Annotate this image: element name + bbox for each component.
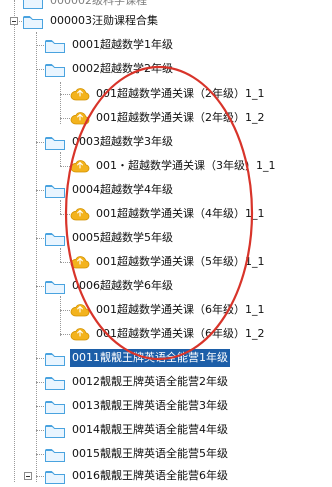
tree-line: [36, 430, 44, 431]
tree-item-folder[interactable]: 0006超越数学6年级: [44, 275, 175, 297]
cloud-icon: [70, 110, 90, 126]
tree-item-label: 001・超越数学通关课（3年级）1_1: [96, 159, 276, 172]
tree-item-label: 0015靓靓王牌英语全能营5年级: [72, 447, 228, 460]
folder-icon: [44, 422, 66, 439]
tree-line: [14, 0, 15, 482]
file-tree: 000002级科学课程 000003汪勋课程合集 0001超越数学1年级 000…: [0, 0, 332, 484]
tree-item-folder[interactable]: 0003超越数学3年级: [44, 131, 175, 153]
tree-item-label: 001超越数学通关课（5年级）1_1: [96, 255, 265, 268]
tree-item-label: 0014靓靓王牌英语全能营4年级: [72, 423, 228, 436]
tree-line: [60, 334, 70, 335]
cloud-icon: [70, 302, 90, 318]
tree-item-label: 001超越数学通关课（2年级）1_1: [96, 87, 265, 100]
tree-item-file[interactable]: 001超越数学通关课（2年级）1_1: [70, 83, 267, 105]
tree-line: [60, 152, 61, 166]
tree-line: [36, 406, 44, 407]
cloud-icon: [70, 326, 90, 342]
folder-icon: [22, 0, 44, 10]
tree-item-folder[interactable]: 0012靓靓王牌英语全能营2年级: [44, 371, 230, 393]
tree-item-folder[interactable]: 0005超越数学5年级: [44, 227, 175, 249]
tree-line: [60, 94, 70, 95]
expander-plus-icon[interactable]: [24, 472, 32, 480]
tree-line: [60, 296, 61, 336]
folder-icon: [44, 398, 66, 415]
tree-item-label: 0003超越数学3年级: [72, 135, 173, 148]
tree-item-root[interactable]: 000003汪勋课程合集: [22, 10, 160, 32]
tree-line: [60, 248, 61, 262]
tree-item-label: 001超越数学通关课（4年级）1_1: [96, 207, 265, 220]
folder-icon: [22, 13, 44, 30]
expander-minus-icon[interactable]: [10, 17, 18, 25]
tree-line: [60, 200, 61, 214]
folder-icon: [44, 446, 66, 463]
tree-item-label: 000002级科学课程: [50, 0, 147, 7]
tree-line: [60, 166, 70, 167]
tree-item-label: 0006超越数学6年级: [72, 279, 173, 292]
cloud-icon: [70, 86, 90, 102]
tree-line: [60, 214, 70, 215]
tree-line: [36, 238, 44, 239]
tree-item-label: 0002超越数学2年级: [72, 62, 173, 75]
tree-line: [60, 118, 70, 119]
folder-icon: [44, 374, 66, 391]
tree-line: [36, 454, 44, 455]
tree-item-label: 001超越数学通关课（6年级）1_2: [96, 327, 265, 340]
tree-item-label: 0011靓靓王牌英语全能营1年级: [70, 349, 230, 367]
tree-item-file[interactable]: 001超越数学通关课（6年级）1_1: [70, 299, 267, 321]
folder-icon: [44, 37, 66, 54]
tree-item-file[interactable]: 001超越数学通关课（4年级）1_1: [70, 203, 267, 225]
tree-item-label: 0004超越数学4年级: [72, 183, 173, 196]
tree-item-label: 0012靓靓王牌英语全能营2年级: [72, 375, 228, 388]
folder-icon: [44, 61, 66, 78]
tree-item-label: 000003汪勋课程合集: [50, 14, 158, 27]
folder-icon: [44, 230, 66, 247]
folder-icon: [44, 278, 66, 295]
folder-icon: [44, 134, 66, 151]
tree-line: [36, 190, 44, 191]
tree-item-folder[interactable]: 0014靓靓王牌英语全能营4年级: [44, 419, 230, 441]
tree-item-file[interactable]: 001超越数学通关课（2年级）1_2: [70, 107, 267, 129]
tree-item-folder[interactable]: 0001超越数学1年级: [44, 34, 175, 56]
tree-item-folder[interactable]: 0015靓靓王牌英语全能营5年级: [44, 443, 230, 465]
tree-item-folder[interactable]: 0013靓靓王牌英语全能营3年级: [44, 395, 230, 417]
tree-line: [36, 358, 44, 359]
tree-line: [36, 69, 44, 70]
tree-item-folder[interactable]: 0016靓靓王牌英语全能营6年级: [44, 465, 230, 487]
tree-item-folder[interactable]: 0004超越数学4年级: [44, 179, 175, 201]
folder-icon: [44, 350, 66, 367]
tree-item-label: 0013靓靓王牌英语全能营3年级: [72, 399, 228, 412]
tree-item-label: 001超越数学通关课（6年级）1_1: [96, 303, 265, 316]
folder-icon: [44, 182, 66, 199]
tree-item-label: 0016靓靓王牌英语全能营6年级: [72, 469, 228, 482]
tree-item-label: 001超越数学通关课（2年级）1_2: [96, 111, 265, 124]
tree-line: [36, 45, 44, 46]
tree-item-file[interactable]: 001・超越数学通关课（3年级）1_1: [70, 155, 278, 177]
tree-item-folder-selected[interactable]: 0011靓靓王牌英语全能营1年级: [44, 347, 230, 369]
cloud-icon: [70, 206, 90, 222]
tree-line: [36, 286, 44, 287]
tree-line: [36, 382, 44, 383]
tree-line: [36, 32, 37, 482]
tree-line: [36, 142, 44, 143]
tree-item-folder[interactable]: 0002超越数学2年级: [44, 58, 175, 80]
tree-item-label: 0001超越数学1年级: [72, 38, 173, 51]
tree-item-file[interactable]: 001超越数学通关课（5年级）1_1: [70, 251, 267, 273]
tree-line: [60, 310, 70, 311]
tree-item-label: 0005超越数学5年级: [72, 231, 173, 244]
tree-item-file[interactable]: 001超越数学通关课（6年级）1_2: [70, 323, 267, 345]
cloud-icon: [70, 254, 90, 270]
tree-line: [36, 476, 44, 477]
cloud-icon: [70, 158, 90, 174]
tree-line: [60, 262, 70, 263]
